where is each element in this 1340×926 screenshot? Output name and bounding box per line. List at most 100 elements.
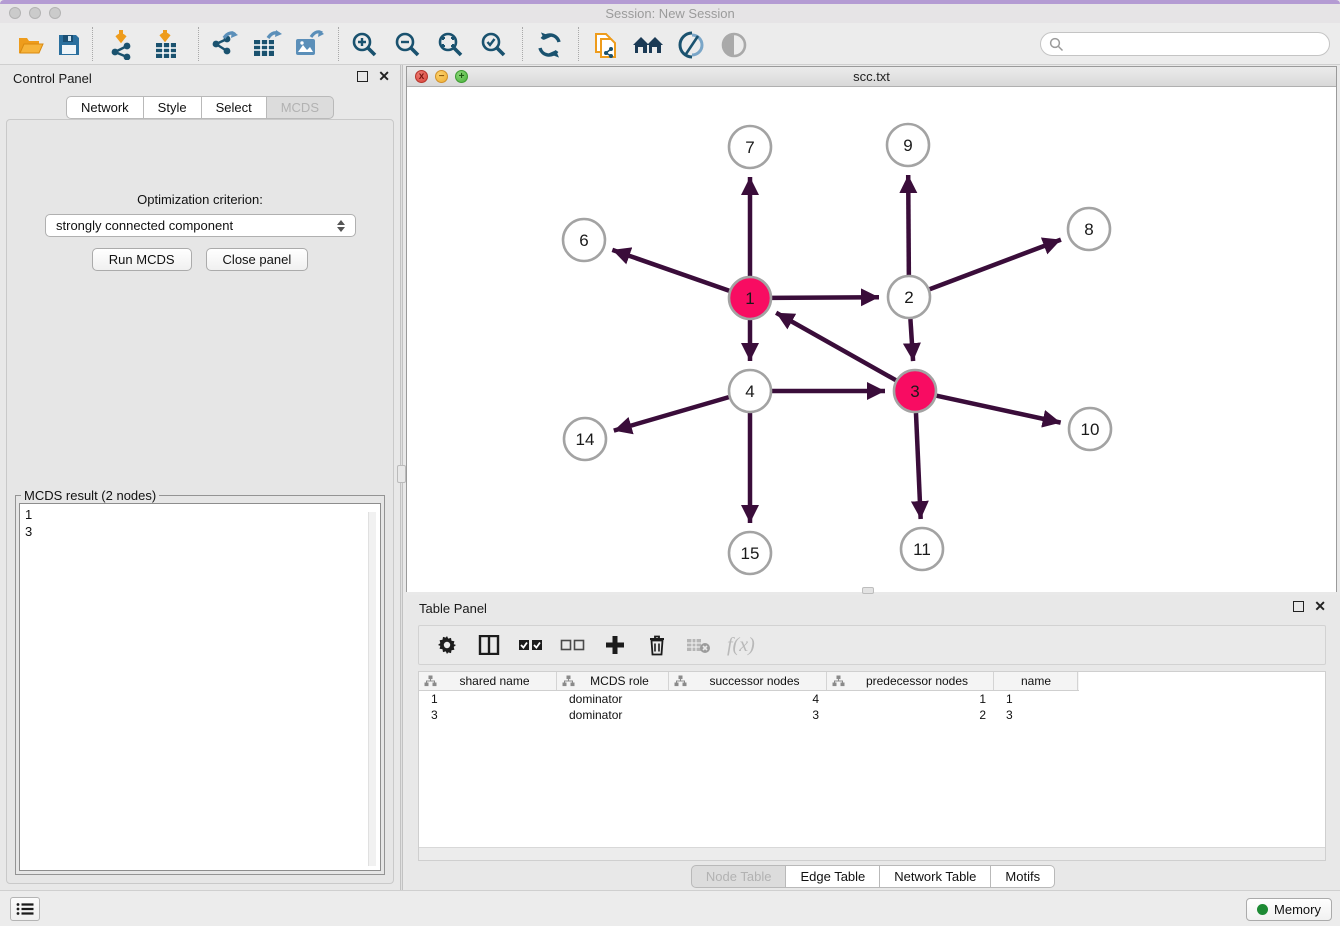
export-image-icon[interactable]	[292, 30, 326, 60]
network-window-titlebar[interactable]: x − + scc.txt	[407, 67, 1336, 87]
table-cell[interactable]: dominator	[557, 707, 669, 723]
node-6[interactable]: 6	[563, 219, 605, 261]
edge-3-10[interactable]	[936, 396, 1060, 423]
mcds-result-text[interactable]: 1 3	[19, 503, 381, 871]
zoom-out-icon[interactable]	[391, 30, 425, 60]
tab-edge-table[interactable]: Edge Table	[786, 865, 880, 888]
table-cell[interactable]: 1	[827, 691, 994, 707]
node-11[interactable]: 11	[901, 528, 943, 570]
network-canvas[interactable]: 1 2 3 4 6 7 8 9 10 11 14 15	[407, 88, 1336, 592]
home-icon[interactable]	[631, 30, 665, 60]
edge-2-8[interactable]	[930, 240, 1061, 290]
close-panel-icon[interactable]: ✕	[378, 71, 390, 82]
table-cell[interactable]: 2	[827, 707, 994, 723]
column-header-name[interactable]: name	[994, 672, 1078, 690]
tab-mcds[interactable]: MCDS	[267, 96, 334, 119]
fx-label: f(x)	[727, 634, 755, 657]
float-table-panel-icon[interactable]	[1293, 601, 1304, 612]
result-scrollbar[interactable]	[368, 512, 376, 866]
table-cell[interactable]: 3	[419, 707, 557, 723]
svg-text:11: 11	[913, 540, 931, 559]
table-cell[interactable]: 1	[994, 691, 1078, 707]
node-1[interactable]: 1	[729, 277, 771, 319]
close-panel-button[interactable]: Close panel	[206, 248, 309, 271]
open-session-icon[interactable]	[14, 30, 48, 60]
mcds-result-lines: 1 3	[25, 507, 32, 539]
zoom-fit-icon[interactable]	[434, 30, 468, 60]
column-header-successor-nodes[interactable]: successor nodes	[669, 672, 827, 690]
table-toolbar: f(x)	[418, 625, 1326, 665]
node-table[interactable]: shared nameMCDS rolesuccessor nodesprede…	[418, 671, 1326, 861]
edge-1-2[interactable]	[772, 297, 879, 298]
add-column-icon[interactable]	[601, 631, 629, 659]
node-7[interactable]: 7	[729, 126, 771, 168]
network-table-splitter-grip[interactable]	[862, 587, 874, 594]
node-3[interactable]: 3	[894, 370, 936, 412]
tab-style[interactable]: Style	[144, 96, 202, 119]
settings-gear-icon[interactable]	[433, 631, 461, 659]
table-cell[interactable]: 1	[419, 691, 557, 707]
deselect-all-icon[interactable]	[559, 631, 587, 659]
table-row[interactable]: 3dominator323	[419, 707, 1325, 723]
node-10[interactable]: 10	[1069, 408, 1111, 450]
table-cell[interactable]: 3	[994, 707, 1078, 723]
table-cell[interactable]: 4	[669, 691, 827, 707]
edge-3-11[interactable]	[916, 413, 921, 519]
export-table-icon[interactable]	[250, 30, 284, 60]
node-2[interactable]: 2	[888, 276, 930, 318]
tab-select[interactable]: Select	[202, 96, 267, 119]
zoom-selected-icon[interactable]	[477, 30, 511, 60]
zoom-in-icon[interactable]	[348, 30, 382, 60]
edge-2-9[interactable]	[908, 175, 909, 275]
node-14[interactable]: 14	[564, 418, 606, 460]
table-row[interactable]: 1dominator411	[419, 691, 1325, 707]
panel-splitter-grip[interactable]	[397, 465, 406, 483]
table-panel-header: Table Panel ✕	[406, 595, 1340, 621]
edge-4-14[interactable]	[614, 397, 729, 430]
import-table-icon[interactable]	[150, 30, 184, 60]
node-15[interactable]: 15	[729, 532, 771, 574]
export-network-icon[interactable]	[208, 30, 242, 60]
toolbar-separator	[92, 27, 93, 61]
network-canvas-svg[interactable]: 1 2 3 4 6 7 8 9 10 11 14 15	[407, 88, 1336, 592]
toolbar-separator	[578, 27, 579, 61]
tab-node-table[interactable]: Node Table	[691, 865, 787, 888]
float-panel-icon[interactable]	[357, 71, 368, 82]
edge-3-1[interactable]	[776, 313, 896, 380]
criterion-dropdown[interactable]: strongly connected component	[45, 214, 356, 237]
delete-table-icon	[685, 631, 713, 659]
tab-network[interactable]: Network	[66, 96, 144, 119]
toggle-column-view-icon[interactable]	[475, 631, 503, 659]
table-hscrollbar[interactable]	[419, 847, 1325, 860]
select-all-icon[interactable]	[517, 631, 545, 659]
import-network-icon[interactable]	[106, 30, 140, 60]
tab-motifs[interactable]: Motifs	[991, 865, 1055, 888]
apply-layout-icon[interactable]	[533, 30, 567, 60]
memory-label: Memory	[1274, 902, 1321, 917]
table-cell[interactable]: 3	[669, 707, 827, 723]
node-8[interactable]: 8	[1068, 208, 1110, 250]
table-cell[interactable]: dominator	[557, 691, 669, 707]
window-title: Session: New Session	[0, 6, 1340, 21]
edge-1-6[interactable]	[612, 250, 729, 291]
memory-button[interactable]: Memory	[1246, 898, 1332, 921]
column-header-shared-name[interactable]: shared name	[419, 672, 557, 690]
node-4[interactable]: 4	[729, 370, 771, 412]
column-header-predecessor-nodes[interactable]: predecessor nodes	[827, 672, 994, 690]
node-9[interactable]: 9	[887, 124, 929, 166]
task-history-button[interactable]	[10, 897, 40, 921]
search-input[interactable]	[1040, 32, 1330, 56]
toolbar-separator	[338, 27, 339, 61]
main-toolbar	[0, 23, 1340, 65]
table-panel: Table Panel ✕ f(x) shared	[406, 595, 1340, 890]
delete-column-icon[interactable]	[643, 631, 671, 659]
clone-network-icon[interactable]	[589, 30, 623, 60]
save-session-icon[interactable]	[52, 30, 86, 60]
tab-network-table[interactable]: Network Table	[880, 865, 991, 888]
svg-text:15: 15	[741, 544, 760, 563]
column-header-MCDS-role[interactable]: MCDS role	[557, 672, 669, 690]
run-mcds-button[interactable]: Run MCDS	[92, 248, 192, 271]
close-table-panel-icon[interactable]: ✕	[1314, 601, 1326, 612]
edge-2-3[interactable]	[910, 319, 913, 361]
show-hide-style-icon[interactable]	[675, 30, 709, 60]
